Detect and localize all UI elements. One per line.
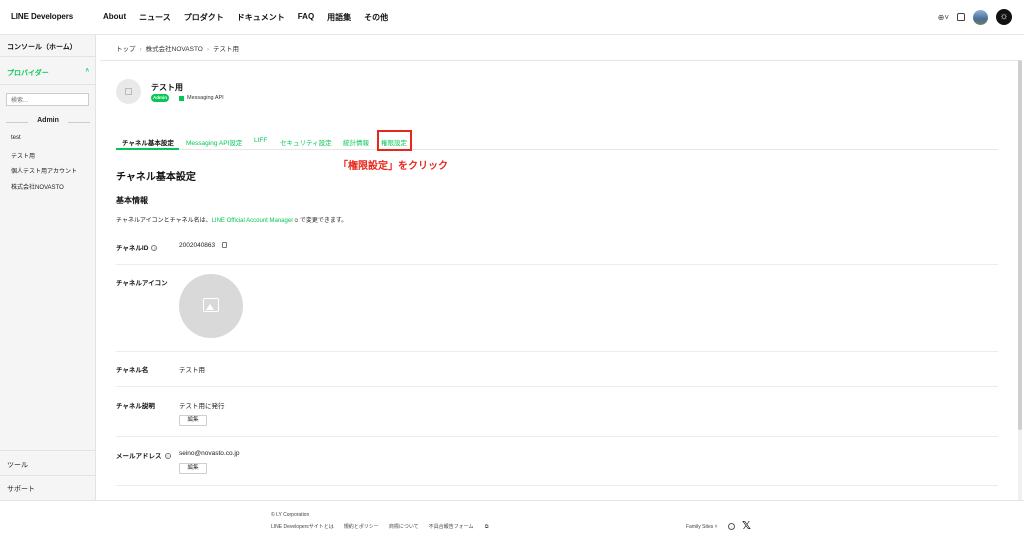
channel-id-label: チャネルID? — [116, 245, 158, 252]
tab-basic-settings[interactable]: チャネル基本設定 — [122, 137, 174, 147]
channel-description-label: チャネル説明 — [116, 403, 155, 410]
official-account-manager-link[interactable]: LINE Official Account Manager — [212, 218, 294, 224]
family-sites-dropdown[interactable]: Family Sites ˅ — [686, 524, 718, 530]
image-placeholder-icon — [125, 88, 132, 95]
breadcrumb-separator: › — [139, 46, 142, 53]
permissions-tab-highlight — [377, 130, 412, 151]
top-header: LINE Developers About ニュース プロダクト ドキュメント … — [0, 0, 1024, 35]
nav-news[interactable]: ニュース — [139, 12, 171, 23]
channel-name-label: チャネル名 — [116, 367, 149, 374]
sidebar-console-home[interactable]: コンソール（ホーム） — [0, 35, 96, 57]
description-text-end: で変更できます。 — [298, 218, 348, 224]
footer-link-trademark[interactable]: 商標について — [389, 524, 419, 530]
sidebar-provider-label: プロバイダー — [7, 70, 49, 77]
channel-name-value: テスト用 — [179, 367, 205, 374]
admin-badge: Admin — [151, 94, 169, 102]
tab-statistics[interactable]: 統計情報 — [343, 137, 369, 147]
basic-info-description: チャネルアイコンとチャネル名は、LINE Official Account Ma… — [116, 215, 347, 224]
breadcrumb: トップ › 株式会社NOVASTO › テスト用 — [116, 43, 239, 53]
tab-messaging-api[interactable]: Messaging API設定 — [186, 137, 242, 147]
email-value: seino@novasto.co.jp — [179, 450, 240, 457]
nav-products[interactable]: プロダクト — [184, 12, 224, 23]
image-icon — [203, 298, 219, 312]
divider — [116, 386, 998, 387]
theme-toggle-icon[interactable]: ☼ — [996, 9, 1012, 25]
channel-avatar — [116, 79, 141, 104]
user-avatar[interactable] — [973, 9, 988, 25]
channel-type-label: Messaging API — [187, 95, 224, 101]
scrollbar[interactable] — [1018, 60, 1022, 500]
help-icon[interactable]: ? — [164, 453, 171, 460]
description-text: チャネルアイコンとチャネル名は、 — [116, 218, 212, 224]
external-link-icon: ⧉ — [484, 524, 489, 530]
tab-liff[interactable]: LIFF — [254, 137, 267, 144]
sidebar-admin-heading: Admin — [6, 117, 90, 125]
language-globe-icon[interactable]: ⊕˅ — [938, 13, 949, 22]
sidebar-tools[interactable]: ツール — [0, 450, 96, 475]
chevron-up-icon: ˄ — [85, 68, 89, 74]
divider — [100, 60, 1019, 61]
divider — [116, 264, 998, 265]
divider — [116, 436, 998, 437]
breadcrumb-separator: › — [206, 46, 210, 53]
x-social-icon[interactable]: 𝕏 — [742, 519, 751, 532]
channel-icon-image — [179, 274, 243, 338]
sidebar-item-novasto[interactable]: 株式会社NOVASTO — [11, 182, 64, 191]
help-icon[interactable]: ? — [151, 245, 158, 252]
breadcrumb-top[interactable]: トップ — [116, 46, 136, 53]
nav-about[interactable]: About — [103, 12, 126, 23]
footer: © LY Corporation LINE Developersサイトとは 規約と… — [0, 500, 1024, 543]
sidebar-item-test-jp[interactable]: テスト用 — [11, 151, 35, 160]
main-nav: About ニュース プロダクト ドキュメント FAQ 用語集 その他 — [103, 12, 401, 23]
header-actions: ⊕˅ ☼ — [938, 9, 1012, 25]
divider — [116, 485, 998, 486]
footer-link-bug-report[interactable]: 不具合報告フォーム ⧉ — [429, 524, 499, 530]
channel-tabs: チャネル基本設定 Messaging API設定 LIFF セキュリティ設定 統… — [116, 133, 998, 150]
nav-docs[interactable]: ドキュメント — [237, 12, 285, 23]
channel-type: Messaging API — [179, 95, 224, 101]
instruction-annotation: 「権限設定」をクリック — [338, 161, 448, 172]
line-social-icon[interactable]: ◦ — [728, 523, 735, 530]
channel-icon-label: チャネルアイコン — [116, 280, 168, 287]
sidebar-provider-toggle[interactable]: プロバイダー ˄ — [0, 57, 96, 85]
channel-id-value: 2002040863 — [179, 242, 228, 249]
sidebar-item-personal[interactable]: 個人テスト用アカウント — [11, 166, 77, 175]
email-label: メールアドレス? — [116, 453, 171, 460]
notification-icon[interactable] — [957, 13, 965, 21]
nav-glossary[interactable]: 用語集 — [327, 12, 351, 23]
channel-description-value: テスト用に発行 — [179, 403, 225, 410]
active-tab-indicator — [116, 148, 179, 150]
page-title: チャネル基本設定 — [116, 172, 196, 183]
footer-link-about[interactable]: LINE Developersサイトとは — [271, 524, 334, 530]
edit-description-button[interactable]: 編集 — [179, 415, 207, 426]
divider — [116, 351, 998, 352]
sidebar-support[interactable]: サポート — [0, 475, 96, 500]
copy-icon[interactable] — [222, 242, 228, 249]
messaging-api-icon — [179, 95, 184, 101]
breadcrumb-provider[interactable]: 株式会社NOVASTO — [146, 46, 203, 53]
nav-more[interactable]: その他 — [364, 12, 388, 23]
nav-faq[interactable]: FAQ — [298, 12, 314, 23]
channel-title: テスト用 — [151, 83, 183, 92]
basic-info-heading: 基本情報 — [116, 196, 148, 205]
site-logo[interactable]: LINE Developers — [11, 12, 73, 21]
footer-links: LINE Developersサイトとは 規約とポリシー 商標について 不具合報告フォ… — [271, 523, 509, 530]
edit-email-button[interactable]: 編集 — [179, 463, 207, 474]
sidebar-item-test[interactable]: test — [11, 135, 21, 141]
tab-security[interactable]: セキュリティ設定 — [280, 137, 332, 147]
scrollbar-thumb[interactable] — [1018, 60, 1022, 430]
provider-search-input[interactable] — [6, 93, 89, 106]
sidebar: コンソール（ホーム） プロバイダー ˄ Admin test テスト用 個人テス… — [0, 35, 96, 500]
footer-link-terms[interactable]: 規約とポリシー — [344, 524, 379, 530]
breadcrumb-current: テスト用 — [213, 46, 240, 53]
copyright: © LY Corporation — [271, 512, 310, 518]
